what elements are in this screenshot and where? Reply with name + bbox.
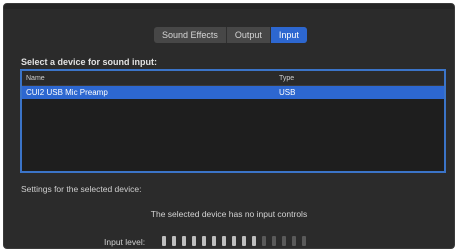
no-controls-message: The selected device has no input control… — [150, 209, 308, 219]
window-top-strip — [4, 4, 454, 9]
input-level-segment — [252, 236, 256, 246]
input-level-label: Input level: — [104, 237, 146, 247]
input-level-segment — [162, 236, 166, 246]
input-device-table[interactable]: Name Type CUI2 USB Mic Preamp USB — [20, 69, 446, 173]
sound-preferences-window: Sound Effects Output Input Select a devi… — [3, 3, 455, 249]
column-header-name[interactable]: Name — [22, 75, 277, 82]
input-level-segment — [242, 236, 246, 246]
table-row[interactable]: CUI2 USB Mic Preamp USB — [22, 86, 444, 99]
tab-sound-effects[interactable]: Sound Effects — [154, 27, 227, 43]
device-select-heading: Select a device for sound input: — [21, 57, 158, 67]
segmented-tab-control: Sound Effects Output Input — [154, 27, 307, 43]
input-level-segment — [172, 236, 176, 246]
input-level-segment — [282, 236, 286, 246]
input-level-segment — [262, 236, 266, 246]
tab-output[interactable]: Output — [227, 27, 271, 43]
tab-input[interactable]: Input — [270, 27, 307, 43]
input-level-segment — [272, 236, 276, 246]
input-level-segment — [182, 236, 186, 246]
column-header-type[interactable]: Type — [277, 75, 294, 82]
input-level-meter — [162, 236, 306, 246]
input-level-segment — [192, 236, 196, 246]
settings-label: Settings for the selected device: — [21, 184, 142, 194]
input-level-segment — [292, 236, 296, 246]
input-level-segment — [302, 236, 306, 246]
input-level-segment — [232, 236, 236, 246]
table-header: Name Type — [22, 71, 444, 86]
input-level-segment — [222, 236, 226, 246]
input-level-segment — [202, 236, 206, 246]
device-type-cell: USB — [279, 88, 296, 97]
input-level-segment — [212, 236, 216, 246]
device-name-cell: CUI2 USB Mic Preamp — [26, 88, 108, 97]
